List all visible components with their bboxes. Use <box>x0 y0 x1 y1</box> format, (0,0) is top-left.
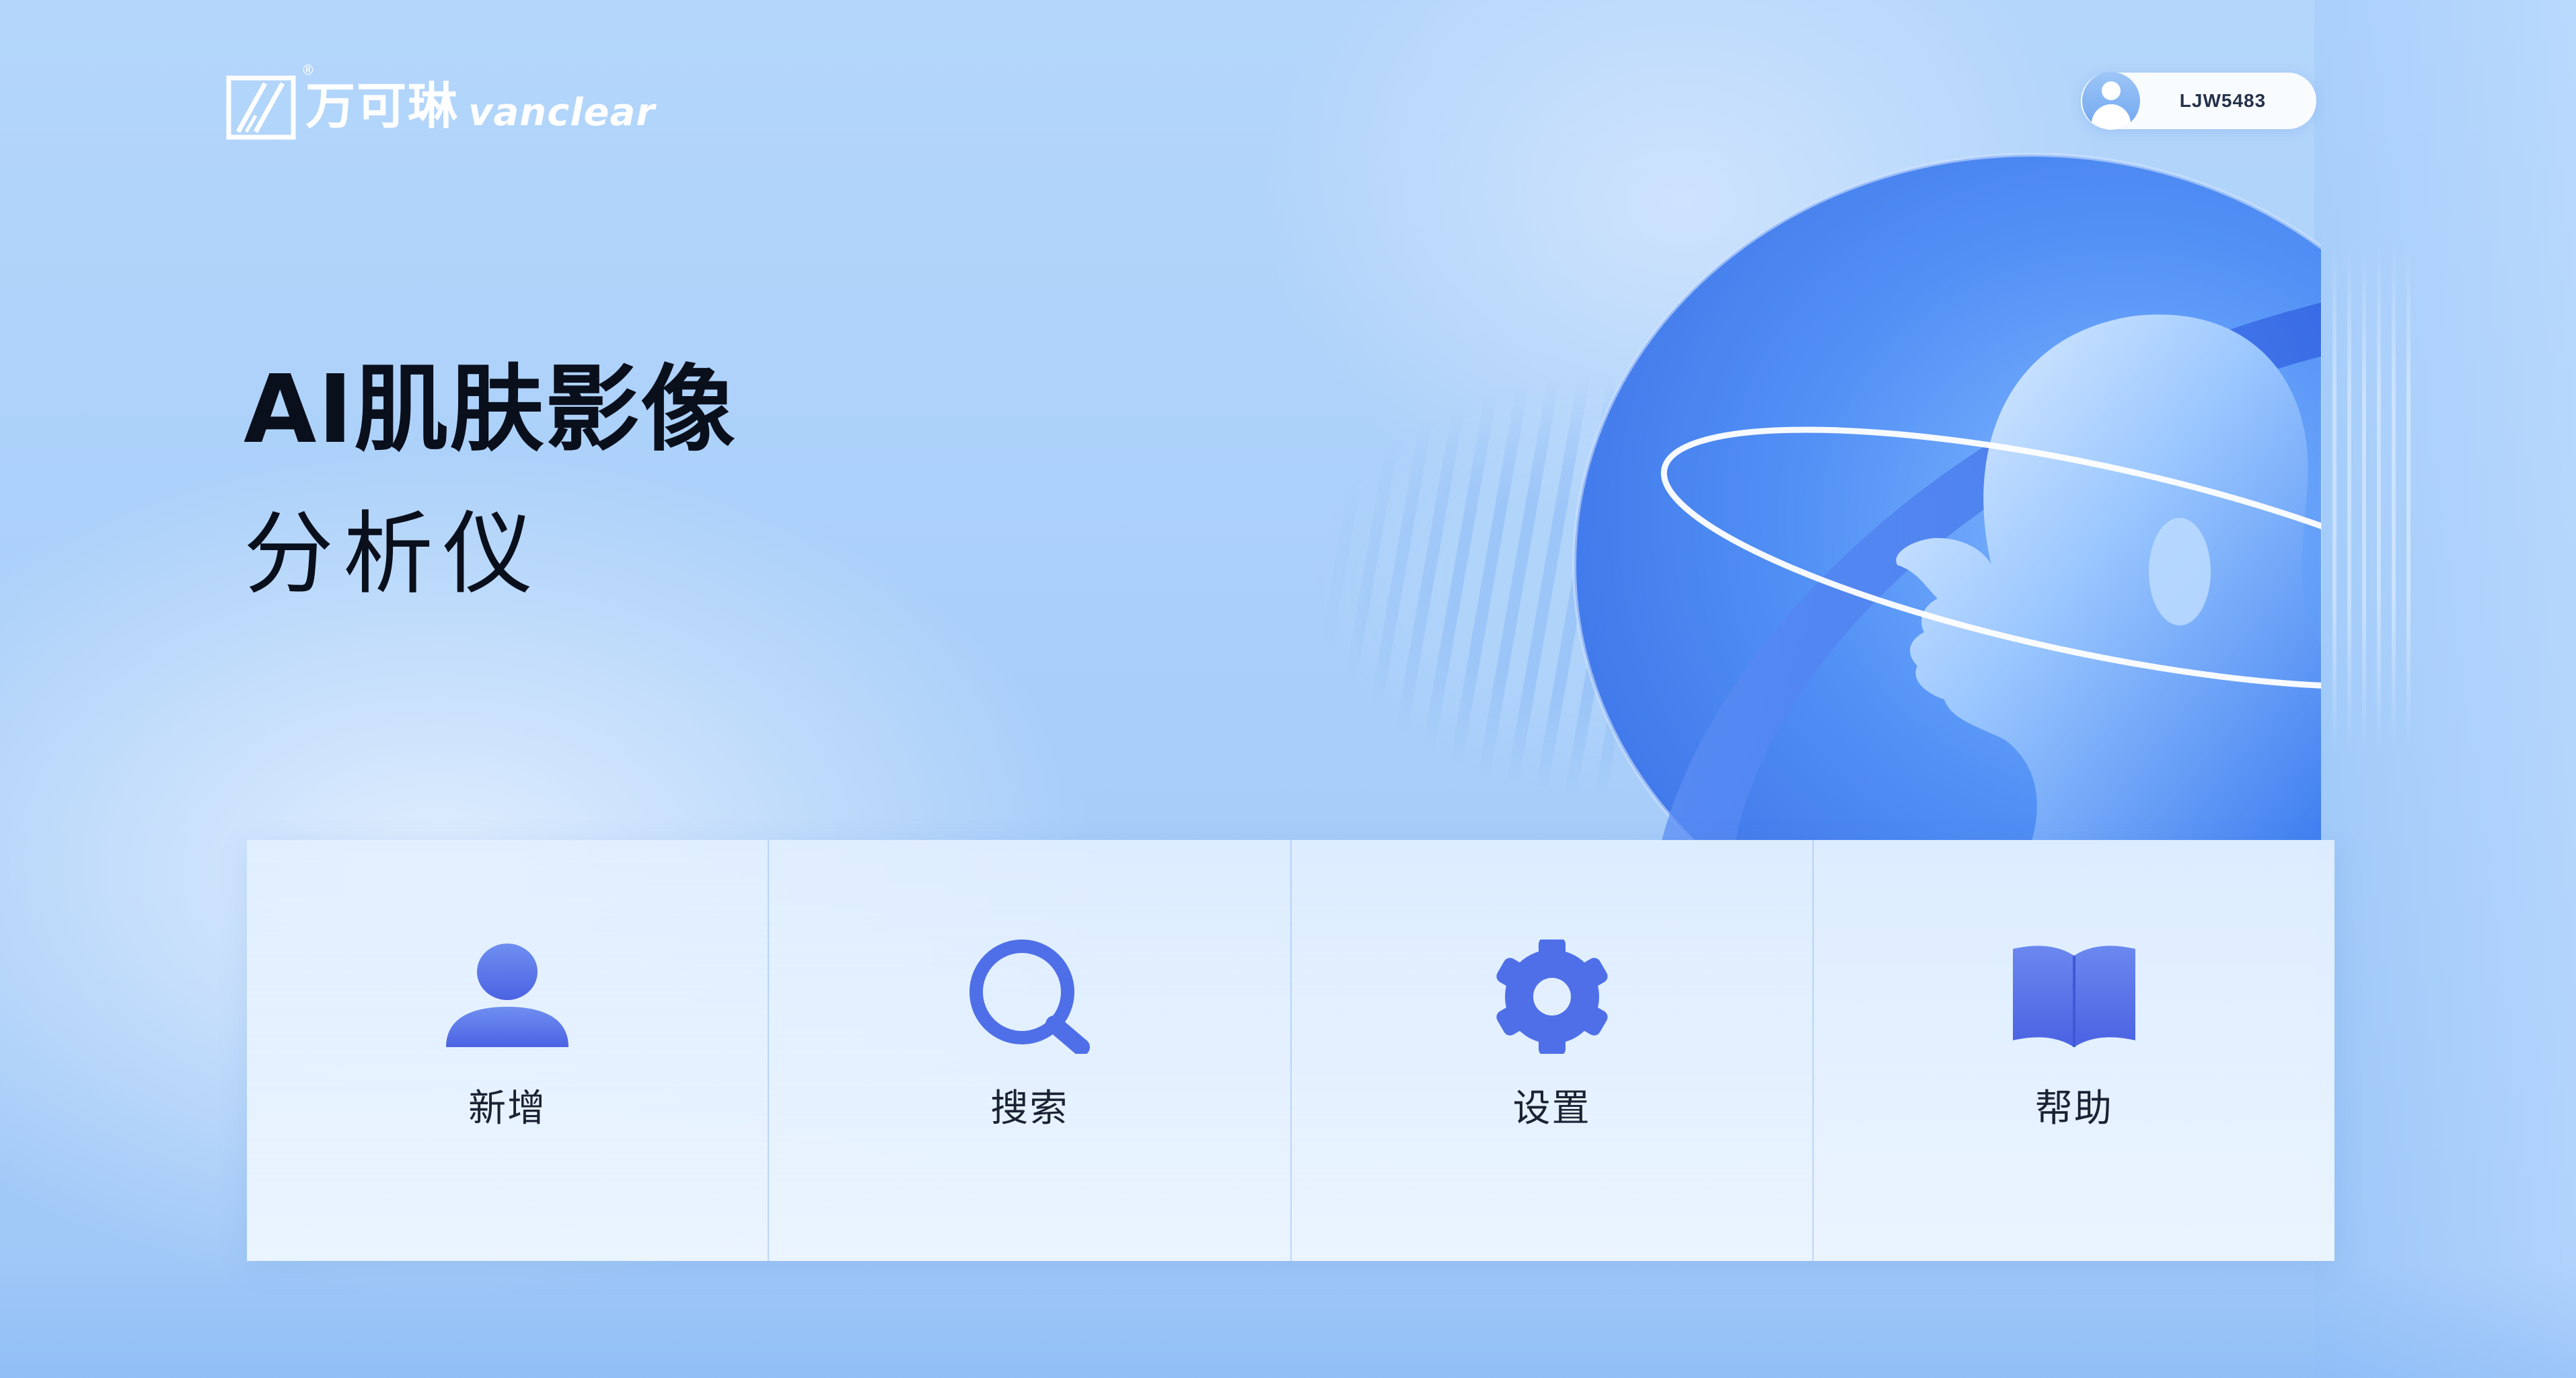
book-icon <box>2010 940 2138 1054</box>
page-subtitle: 分析仪 <box>244 502 543 607</box>
hero-head-illustration <box>1572 153 2321 841</box>
menu-item-help[interactable]: 帮助 <box>1813 840 2334 1261</box>
registered-mark: ® <box>301 62 315 78</box>
add-person-icon <box>443 940 571 1054</box>
background-streaks <box>2318 242 2412 753</box>
logo-chinese-text: 万可琳 <box>305 77 459 135</box>
search-icon <box>965 940 1093 1054</box>
menu-item-search[interactable]: 搜索 <box>769 840 1292 1261</box>
gear-icon <box>1488 940 1616 1054</box>
brand-logo: ® 万可琳 vanclear <box>226 62 655 140</box>
menu-item-settings[interactable]: 设置 <box>1291 840 1814 1261</box>
menu-item-label: 设置 <box>1512 1087 1591 1131</box>
background-bottom-band <box>0 1264 2576 1378</box>
menu-item-label: 帮助 <box>2034 1087 2113 1131</box>
logo-mark-icon <box>226 75 296 140</box>
user-name: LJW5483 <box>2179 90 2267 111</box>
menu-item-add[interactable]: 新增 <box>247 840 770 1261</box>
logo-english-text: vanclear <box>468 91 655 135</box>
main-menu: 新增 搜索 设置 帮助 <box>247 840 2334 1261</box>
menu-item-label: 新增 <box>468 1087 547 1131</box>
menu-item-label: 搜索 <box>990 1087 1069 1131</box>
page-title: AI肌肤影像 <box>244 355 737 465</box>
user-avatar-icon <box>2082 72 2140 130</box>
user-account-chip[interactable]: LJW5483 <box>2081 72 2316 130</box>
